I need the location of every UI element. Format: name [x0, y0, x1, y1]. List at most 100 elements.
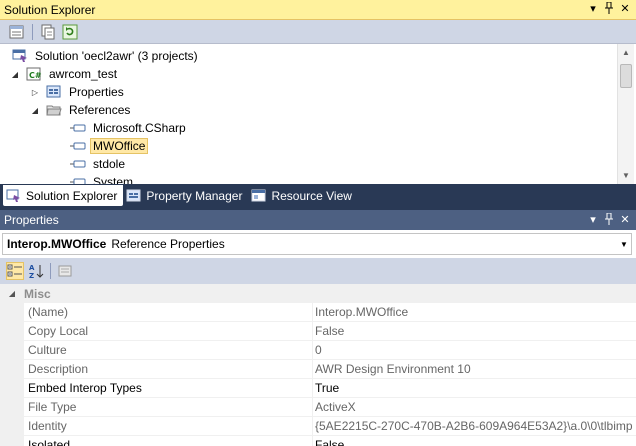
properties-toolbar: AZ	[0, 258, 636, 284]
property-value[interactable]: True	[313, 379, 636, 398]
tree-item-label: Solution 'oecl2awr' (3 projects)	[35, 49, 198, 63]
object-name: Interop.MWOffice	[7, 237, 107, 251]
tree-item-references[interactable]: ◢ References	[30, 101, 133, 119]
property-row[interactable]: Identity {5AE2215C-270C-470B-A2B6-609A96…	[0, 417, 636, 436]
property-value[interactable]: AWR Design Environment 10	[313, 360, 636, 379]
tree-item-reference[interactable]: stdole	[70, 155, 128, 173]
expanded-triangle-icon[interactable]: ◢	[10, 70, 20, 79]
window-position-dropdown-icon[interactable]: ▾	[586, 213, 600, 228]
property-row[interactable]: File Type ActiveX	[0, 398, 636, 417]
reference-icon	[70, 139, 86, 153]
alphabetical-button[interactable]: AZ	[27, 262, 45, 280]
solution-explorer-titlebar[interactable]: Solution Explorer ▾ ✕	[0, 0, 636, 20]
resource-view-icon	[251, 189, 267, 203]
window-position-dropdown-icon[interactable]: ▾	[586, 2, 600, 17]
property-name: Embed Interop Types	[24, 379, 313, 398]
close-icon[interactable]: ✕	[618, 213, 632, 228]
property-row[interactable]: Embed Interop Types True	[0, 379, 636, 398]
property-row[interactable]: (Name) Interop.MWOffice	[0, 303, 636, 322]
categorized-button[interactable]	[6, 262, 24, 280]
property-value[interactable]: ActiveX	[313, 398, 636, 417]
close-icon[interactable]: ✕	[618, 2, 632, 17]
pin-icon[interactable]	[602, 212, 616, 228]
tree-item-properties[interactable]: ▷ Properties	[30, 83, 127, 101]
category-label: Misc	[24, 286, 51, 301]
tree-item-project[interactable]: ◢ C# awrcom_test	[10, 65, 120, 83]
property-name: Description	[24, 360, 313, 379]
toolbar-separator	[32, 23, 33, 40]
dropdown-arrow-icon[interactable]: ▼	[617, 240, 631, 249]
property-row[interactable]: Description AWR Design Environment 10	[0, 360, 636, 379]
alphabetical-sort-icon: AZ	[29, 264, 44, 279]
properties-icon	[46, 85, 62, 99]
toolbar-separator	[50, 263, 51, 279]
scrollbar-thumb[interactable]	[620, 64, 632, 88]
svg-text:Z: Z	[29, 272, 34, 279]
tree-item-label: MWOffice	[90, 138, 149, 154]
properties-window-icon	[9, 25, 24, 38]
property-row[interactable]: Isolated False	[0, 436, 636, 446]
properties-button[interactable]	[8, 23, 26, 41]
tab-solution-explorer[interactable]: Solution Explorer	[3, 185, 124, 206]
tree-item-label: awrcom_test	[49, 67, 118, 81]
reference-icon	[70, 157, 86, 171]
object-type: Reference Properties	[111, 237, 225, 251]
svg-text:C#: C#	[29, 71, 42, 80]
property-value[interactable]: 0	[313, 341, 636, 360]
svg-text:A: A	[29, 264, 35, 272]
property-row[interactable]: Culture 0	[0, 341, 636, 360]
property-name: File Type	[24, 398, 313, 417]
category-row[interactable]: ◢ Misc	[0, 284, 636, 303]
tree-item-reference-selected[interactable]: MWOffice	[70, 137, 149, 155]
solution-explorer-panel: Solution Explorer ▾ ✕ Solution 'oecl2awr…	[0, 0, 636, 184]
reference-icon	[70, 121, 86, 135]
property-pages-icon	[58, 265, 72, 277]
tree-item-label: References	[69, 103, 131, 117]
scroll-up-arrow-icon[interactable]: ▲	[618, 44, 634, 61]
refresh-icon	[62, 24, 78, 39]
property-manager-icon	[126, 189, 142, 203]
properties-panel: Interop.MWOffice Reference Properties ▼ …	[0, 230, 636, 446]
expanded-triangle-icon[interactable]: ◢	[30, 106, 40, 115]
property-value[interactable]: Interop.MWOffice	[313, 303, 636, 322]
tree-item-solution[interactable]: Solution 'oecl2awr' (3 projects)	[12, 47, 201, 65]
solution-icon	[12, 49, 28, 63]
property-value[interactable]: False	[313, 322, 636, 341]
object-selector-combobox[interactable]: Interop.MWOffice Reference Properties ▼	[2, 233, 632, 255]
cpp-project-icon: C#	[26, 67, 42, 81]
properties-title: Properties	[4, 213, 59, 227]
tab-property-manager[interactable]: Property Manager	[123, 186, 248, 206]
pin-icon[interactable]	[602, 1, 616, 17]
property-row[interactable]: Copy Local False	[0, 322, 636, 341]
tab-resource-view[interactable]: Resource View	[248, 186, 357, 206]
property-value[interactable]: False	[313, 436, 636, 446]
property-name: Isolated	[24, 436, 313, 446]
property-pages-button[interactable]	[56, 262, 74, 280]
refresh-button[interactable]	[61, 23, 79, 41]
solution-explorer-icon	[6, 189, 22, 203]
folder-icon	[46, 103, 62, 117]
tree-item-label: stdole	[93, 157, 126, 171]
property-grid: ◢ Misc (Name) Interop.MWOffice Copy Loca…	[0, 284, 636, 446]
tab-label: Resource View	[271, 189, 352, 203]
property-name: Copy Local	[24, 322, 313, 341]
show-all-files-button[interactable]	[39, 23, 57, 41]
tree-item-label: System	[93, 175, 134, 184]
scroll-down-arrow-icon[interactable]: ▼	[618, 167, 634, 184]
tab-label: Property Manager	[146, 189, 243, 203]
properties-titlebar[interactable]: Properties ▾ ✕	[0, 210, 636, 230]
vertical-scrollbar[interactable]: ▲ ▼	[617, 44, 634, 184]
tool-window-tabs: Solution Explorer Property Manager Resou…	[0, 184, 636, 206]
solution-explorer-title: Solution Explorer	[4, 2, 96, 17]
tree-item-reference[interactable]: Microsoft.CSharp	[70, 119, 189, 137]
collapsed-triangle-icon[interactable]: ▷	[30, 88, 40, 97]
tree-item-label: Microsoft.CSharp	[93, 121, 186, 135]
tree-item-label: Properties	[69, 85, 124, 99]
tab-label: Solution Explorer	[26, 188, 118, 203]
categorized-icon	[7, 264, 22, 277]
reference-icon	[70, 175, 86, 184]
solution-tree: Solution 'oecl2awr' (3 projects) ◢ C# aw…	[0, 44, 615, 184]
tree-item-reference[interactable]: System	[70, 173, 136, 184]
property-value[interactable]: {5AE2215C-270C-470B-A2B6-609A964E53A2}\a…	[313, 417, 636, 436]
collapse-category-icon[interactable]: ◢	[0, 289, 24, 298]
